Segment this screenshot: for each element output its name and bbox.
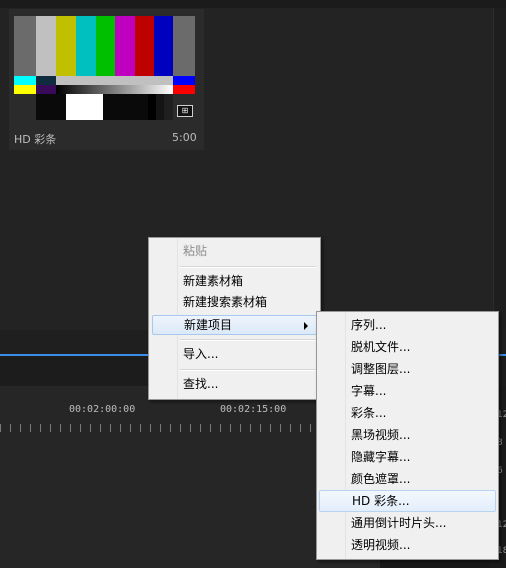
submenu-item-transparent-video[interactable]: 透明视频... <box>319 534 496 556</box>
timecode-label: 00:02:15:00 <box>220 404 287 415</box>
context-menu: 粘贴 新建素材箱 新建搜索素材箱 新建项目 导入... 查找... <box>148 237 321 400</box>
menu-item-new-item[interactable]: 新建项目 <box>152 315 317 335</box>
new-item-submenu: 序列... 脱机文件... 调整图层... 字幕... 彩条... 黑场视频..… <box>316 311 499 560</box>
menu-item-paste: 粘贴 <box>183 244 208 258</box>
submenu-item-bars-and-tone[interactable]: 彩条... <box>319 402 496 424</box>
sequence-icon: ⊞ <box>177 105 193 117</box>
top-bars <box>14 16 195 76</box>
submenu-item-adjustment-layer[interactable]: 调整图层... <box>319 358 496 380</box>
submenu-item-captions[interactable]: 隐藏字幕... <box>319 446 496 468</box>
menu-item-import[interactable]: 导入... <box>152 344 317 364</box>
clip-name: HD 彩条 <box>14 133 57 146</box>
submenu-item-black-video[interactable]: 黑场视频... <box>319 424 496 446</box>
submenu-item-sequence[interactable]: 序列... <box>319 314 496 336</box>
panel-scrollbar[interactable] <box>493 8 506 330</box>
menu-separator <box>180 266 316 268</box>
submenu-item-offline-file[interactable]: 脱机文件... <box>319 336 496 358</box>
submenu-arrow-icon <box>304 322 308 330</box>
menu-separator <box>180 369 316 371</box>
clip-duration: 5:00 <box>172 131 197 144</box>
submenu-item-hd-bars[interactable]: HD 彩条... <box>319 490 496 512</box>
menu-separator <box>180 339 316 341</box>
middle-bars <box>14 76 195 94</box>
timecode-label: 00:02:00:00 <box>69 404 136 415</box>
submenu-item-title[interactable]: 字幕... <box>319 380 496 402</box>
menu-item-new-item-label: 新建项目 <box>184 318 233 332</box>
submenu-item-color-matte[interactable]: 颜色遮罩... <box>319 468 496 490</box>
menu-item-new-bin[interactable]: 新建素材箱 <box>152 271 317 291</box>
color-bars-thumbnail <box>14 16 195 120</box>
menu-item-new-search-bin[interactable]: 新建搜索素材箱 <box>152 292 317 312</box>
submenu-item-countdown-leader[interactable]: 通用倒计时片头... <box>319 512 496 534</box>
menu-item-find[interactable]: 查找... <box>152 374 317 394</box>
bottom-bars <box>14 94 195 120</box>
panel-top-strip <box>0 0 506 8</box>
